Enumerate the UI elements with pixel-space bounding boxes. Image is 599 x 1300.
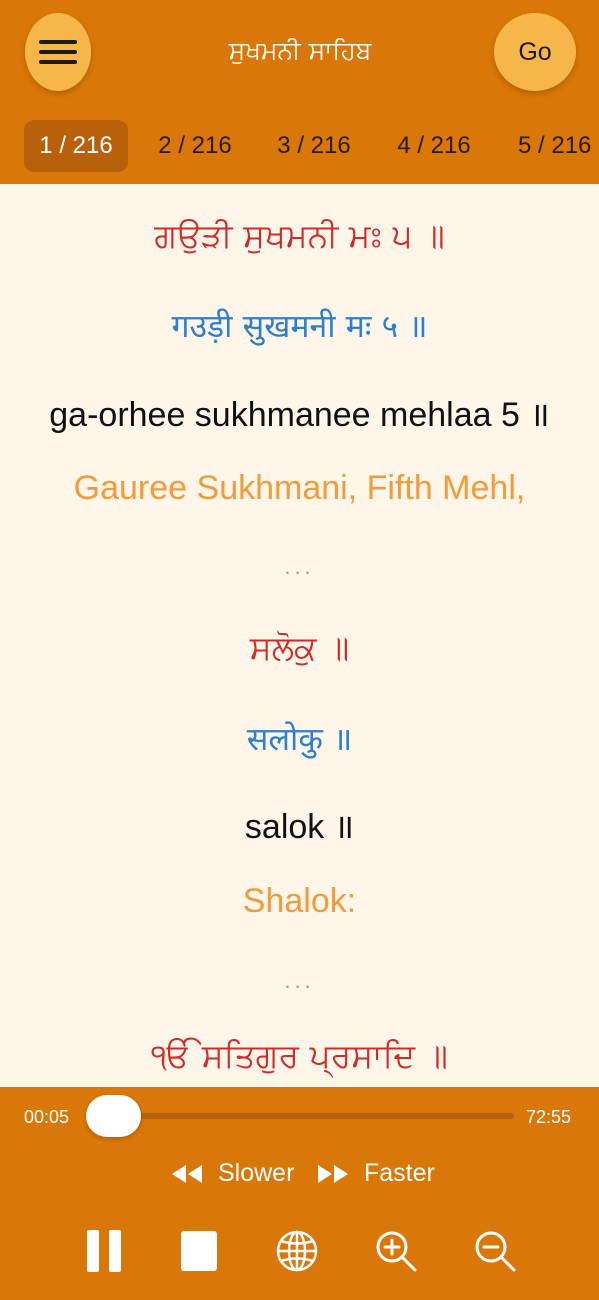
page-tab-3[interactable]: 3 / 216 (262, 120, 366, 172)
app-header: ਸੁਖਮਨੀ ਸਾਹਿਬ Go 1 / 216 2 / 216 3 / 216 … (0, 0, 599, 184)
page-tab-4[interactable]: 4 / 216 (382, 120, 486, 172)
page-title: ਸੁਖਮਨੀ ਸਾਹਿਬ (228, 36, 372, 65)
pause-button[interactable] (80, 1227, 128, 1275)
stop-button[interactable] (175, 1227, 223, 1275)
progress-thumb[interactable] (86, 1095, 141, 1137)
faster-label: Faster (364, 1159, 435, 1187)
verse-2-hindi: सलोकु ॥ (246, 720, 353, 758)
verse-separator: ... (284, 554, 315, 579)
page-tab-2[interactable]: 2 / 216 (143, 120, 247, 172)
current-time: 00:05 (24, 1107, 70, 1127)
verse-content: ਗਉੜੀ ਸੁਖਮਨੀ ਮਃ ੫ ॥ गउड़ी सुखमनी मः ५ ॥ g… (0, 184, 599, 1087)
total-time: 72:55 (526, 1107, 572, 1127)
slower-button[interactable]: Slower (170, 1159, 294, 1188)
verse-2-translation: Shalok: (242, 882, 357, 920)
verse-1-translation: Gauree Sukhmani, Fifth Mehl, (73, 469, 526, 507)
verse-1-hindi: गउड़ी सुखमनी मः ५ ॥ (171, 307, 428, 345)
menu-button[interactable] (25, 13, 91, 91)
language-button[interactable] (273, 1227, 321, 1275)
zoom-in-icon (376, 1231, 417, 1272)
verse-separator: ... (284, 968, 315, 993)
zoom-in-button[interactable] (372, 1227, 420, 1275)
globe-icon (276, 1230, 318, 1272)
verse-1-gurmukhi: ਗਉੜੀ ਸੁਖਮਨੀ ਮਃ ੫ ॥ (154, 216, 445, 255)
faster-button[interactable]: Faster (316, 1159, 435, 1188)
page-tab-5[interactable]: 5 / 216 (501, 120, 599, 172)
page-tabs: 1 / 216 2 / 216 3 / 216 4 / 216 5 / 216 (0, 120, 599, 172)
zoom-out-icon (475, 1231, 516, 1272)
progress-track[interactable] (92, 1113, 514, 1119)
fast-forward-icon (318, 1164, 348, 1183)
go-button[interactable]: Go (494, 13, 576, 91)
rewind-icon (172, 1164, 202, 1183)
audio-player: 00:05 72:55 Slower Faster (0, 1087, 599, 1300)
pause-icon (87, 1230, 121, 1272)
verse-1-transliteration: ga-orhee sukhmanee mehlaa 5 ॥ (49, 396, 550, 434)
slower-label: Slower (218, 1159, 295, 1187)
hamburger-menu-icon (39, 40, 77, 64)
verse-2-transliteration: salok ॥ (244, 808, 355, 846)
verse-2-gurmukhi: ਸਲੋਕੁ ॥ (249, 628, 350, 667)
verse-3-gurmukhi: ੴ ਸਤਿਗੁਰ ਪ੍ਰਸਾਦਿ ॥ (151, 1036, 448, 1075)
zoom-out-button[interactable] (471, 1227, 519, 1275)
page-tab-1[interactable]: 1 / 216 (24, 120, 128, 172)
stop-icon (181, 1231, 217, 1271)
